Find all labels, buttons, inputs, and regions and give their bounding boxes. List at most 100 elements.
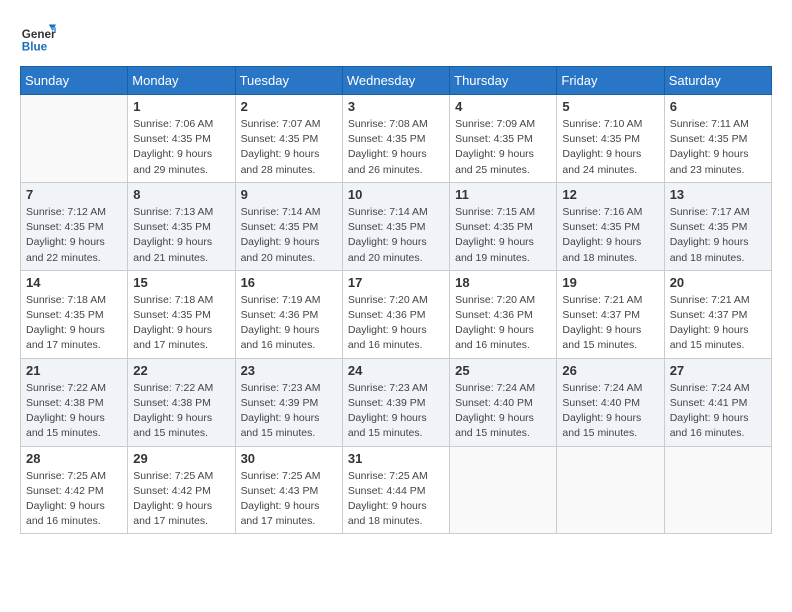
calendar-cell: 2Sunrise: 7:07 AMSunset: 4:35 PMDaylight…	[235, 95, 342, 183]
day-info: Sunrise: 7:23 AMSunset: 4:39 PMDaylight:…	[241, 381, 337, 442]
week-row-1: 1Sunrise: 7:06 AMSunset: 4:35 PMDaylight…	[21, 95, 772, 183]
calendar-cell: 14 Sunrise: 7:18 AMSunset: 4:35 PMDayligh…	[21, 270, 128, 358]
weekday-header-saturday: Saturday	[664, 67, 771, 95]
week-row-3: 14 Sunrise: 7:18 AMSunset: 4:35 PMDayligh…	[21, 270, 772, 358]
day-number: 8	[133, 187, 229, 202]
weekday-header-sunday: Sunday	[21, 67, 128, 95]
day-info: Sunrise: 7:24 AMSunset: 4:41 PMDaylight:…	[670, 381, 766, 442]
day-number: 13	[670, 187, 766, 202]
day-info: Sunrise: 7:20 AMSunset: 4:36 PMDaylight:…	[455, 293, 551, 354]
calendar-cell: 31 Sunrise: 7:25 AMSunset: 4:44 PMDayligh…	[342, 446, 449, 534]
weekday-header-friday: Friday	[557, 67, 664, 95]
weekday-header-tuesday: Tuesday	[235, 67, 342, 95]
calendar-cell: 19Sunrise: 7:21 AMSunset: 4:37 PMDayligh…	[557, 270, 664, 358]
day-info: Sunrise: 7:24 AMSunset: 4:40 PMDaylight:…	[562, 381, 658, 442]
day-number: 20	[670, 275, 766, 290]
day-number: 18	[455, 275, 551, 290]
calendar-cell: 26 Sunrise: 7:24 AMSunset: 4:40 PMDayligh…	[557, 358, 664, 446]
svg-text:General: General	[22, 28, 56, 41]
calendar-cell: 22Sunrise: 7:22 AMSunset: 4:38 PMDayligh…	[128, 358, 235, 446]
day-info: Sunrise: 7:08 AMSunset: 4:35 PMDaylight:…	[348, 117, 444, 178]
day-info: Sunrise: 7:07 AMSunset: 4:35 PMDaylight:…	[241, 117, 337, 178]
day-number: 31	[348, 451, 444, 466]
day-info: Sunrise: 7:09 AMSunset: 4:35 PMDaylight:…	[455, 117, 551, 178]
day-number: 11	[455, 187, 551, 202]
day-number: 7	[26, 187, 122, 202]
day-info: Sunrise: 7:11 AMSunset: 4:35 PMDaylight:…	[670, 117, 766, 178]
day-number: 15	[133, 275, 229, 290]
calendar-cell	[21, 95, 128, 183]
day-info: Sunrise: 7:25 AMSunset: 4:44 PMDaylight:…	[348, 469, 444, 530]
day-number: 9	[241, 187, 337, 202]
calendar-cell: 12 Sunrise: 7:16 AMSunset: 4:35 PMDayligh…	[557, 182, 664, 270]
day-number: 16	[241, 275, 337, 290]
day-info: Sunrise: 7:21 AMSunset: 4:37 PMDaylight:…	[670, 293, 766, 354]
logo: General Blue	[20, 20, 60, 56]
day-number: 10	[348, 187, 444, 202]
day-info: Sunrise: 7:25 AMSunset: 4:42 PMDaylight:…	[26, 469, 122, 530]
calendar-cell: 5 Sunrise: 7:10 AMSunset: 4:35 PMDaylight…	[557, 95, 664, 183]
day-info: Sunrise: 7:13 AMSunset: 4:35 PMDaylight:…	[133, 205, 229, 266]
calendar-cell: 17 Sunrise: 7:20 AMSunset: 4:36 PMDayligh…	[342, 270, 449, 358]
calendar-cell: 6 Sunrise: 7:11 AMSunset: 4:35 PMDaylight…	[664, 95, 771, 183]
day-info: Sunrise: 7:16 AMSunset: 4:35 PMDaylight:…	[562, 205, 658, 266]
day-info: Sunrise: 7:14 AMSunset: 4:35 PMDaylight:…	[348, 205, 444, 266]
calendar-cell: 20 Sunrise: 7:21 AMSunset: 4:37 PMDayligh…	[664, 270, 771, 358]
calendar-cell: 29 Sunrise: 7:25 AMSunset: 4:42 PMDayligh…	[128, 446, 235, 534]
day-info: Sunrise: 7:14 AMSunset: 4:35 PMDaylight:…	[241, 205, 337, 266]
day-info: Sunrise: 7:22 AMSunset: 4:38 PMDaylight:…	[26, 381, 122, 442]
calendar-cell	[450, 446, 557, 534]
calendar-cell: 8 Sunrise: 7:13 AMSunset: 4:35 PMDaylight…	[128, 182, 235, 270]
calendar-table: SundayMondayTuesdayWednesdayThursdayFrid…	[20, 66, 772, 534]
page-header: General Blue	[20, 20, 772, 56]
calendar-cell	[557, 446, 664, 534]
day-info: Sunrise: 7:19 AMSunset: 4:36 PMDaylight:…	[241, 293, 337, 354]
calendar-cell: 21 Sunrise: 7:22 AMSunset: 4:38 PMDayligh…	[21, 358, 128, 446]
day-number: 3	[348, 99, 444, 114]
calendar-cell: 23 Sunrise: 7:23 AMSunset: 4:39 PMDayligh…	[235, 358, 342, 446]
day-number: 24	[348, 363, 444, 378]
day-info: Sunrise: 7:15 AMSunset: 4:35 PMDaylight:…	[455, 205, 551, 266]
calendar-cell: 11 Sunrise: 7:15 AMSunset: 4:35 PMDayligh…	[450, 182, 557, 270]
week-row-2: 7 Sunrise: 7:12 AMSunset: 4:35 PMDaylight…	[21, 182, 772, 270]
day-number: 30	[241, 451, 337, 466]
week-row-5: 28Sunrise: 7:25 AMSunset: 4:42 PMDayligh…	[21, 446, 772, 534]
day-number: 22	[133, 363, 229, 378]
day-info: Sunrise: 7:21 AMSunset: 4:37 PMDaylight:…	[562, 293, 658, 354]
day-info: Sunrise: 7:10 AMSunset: 4:35 PMDaylight:…	[562, 117, 658, 178]
svg-text:Blue: Blue	[22, 41, 48, 54]
calendar-cell: 18 Sunrise: 7:20 AMSunset: 4:36 PMDayligh…	[450, 270, 557, 358]
calendar-cell	[664, 446, 771, 534]
day-number: 26	[562, 363, 658, 378]
day-info: Sunrise: 7:12 AMSunset: 4:35 PMDaylight:…	[26, 205, 122, 266]
calendar-cell: 1Sunrise: 7:06 AMSunset: 4:35 PMDaylight…	[128, 95, 235, 183]
week-row-4: 21 Sunrise: 7:22 AMSunset: 4:38 PMDayligh…	[21, 358, 772, 446]
day-number: 14	[26, 275, 122, 290]
day-info: Sunrise: 7:18 AMSunset: 4:35 PMDaylight:…	[26, 293, 122, 354]
calendar-cell: 30Sunrise: 7:25 AMSunset: 4:43 PMDayligh…	[235, 446, 342, 534]
day-number: 6	[670, 99, 766, 114]
day-info: Sunrise: 7:06 AMSunset: 4:35 PMDaylight:…	[133, 117, 229, 178]
calendar-cell: 13Sunrise: 7:17 AMSunset: 4:35 PMDayligh…	[664, 182, 771, 270]
day-number: 5	[562, 99, 658, 114]
weekday-header-monday: Monday	[128, 67, 235, 95]
day-number: 23	[241, 363, 337, 378]
calendar-cell: 28Sunrise: 7:25 AMSunset: 4:42 PMDayligh…	[21, 446, 128, 534]
calendar-cell: 24Sunrise: 7:23 AMSunset: 4:39 PMDayligh…	[342, 358, 449, 446]
day-number: 17	[348, 275, 444, 290]
day-info: Sunrise: 7:25 AMSunset: 4:42 PMDaylight:…	[133, 469, 229, 530]
calendar-cell: 16 Sunrise: 7:19 AMSunset: 4:36 PMDayligh…	[235, 270, 342, 358]
weekday-header-wednesday: Wednesday	[342, 67, 449, 95]
day-number: 29	[133, 451, 229, 466]
calendar-cell: 27 Sunrise: 7:24 AMSunset: 4:41 PMDayligh…	[664, 358, 771, 446]
weekday-header-thursday: Thursday	[450, 67, 557, 95]
calendar-cell: 3 Sunrise: 7:08 AMSunset: 4:35 PMDaylight…	[342, 95, 449, 183]
calendar-cell: 7 Sunrise: 7:12 AMSunset: 4:35 PMDaylight…	[21, 182, 128, 270]
day-info: Sunrise: 7:20 AMSunset: 4:36 PMDaylight:…	[348, 293, 444, 354]
day-number: 27	[670, 363, 766, 378]
calendar-cell: 9 Sunrise: 7:14 AMSunset: 4:35 PMDaylight…	[235, 182, 342, 270]
calendar-cell: 4Sunrise: 7:09 AMSunset: 4:35 PMDaylight…	[450, 95, 557, 183]
day-number: 12	[562, 187, 658, 202]
calendar-cell: 10 Sunrise: 7:14 AMSunset: 4:35 PMDayligh…	[342, 182, 449, 270]
day-number: 21	[26, 363, 122, 378]
